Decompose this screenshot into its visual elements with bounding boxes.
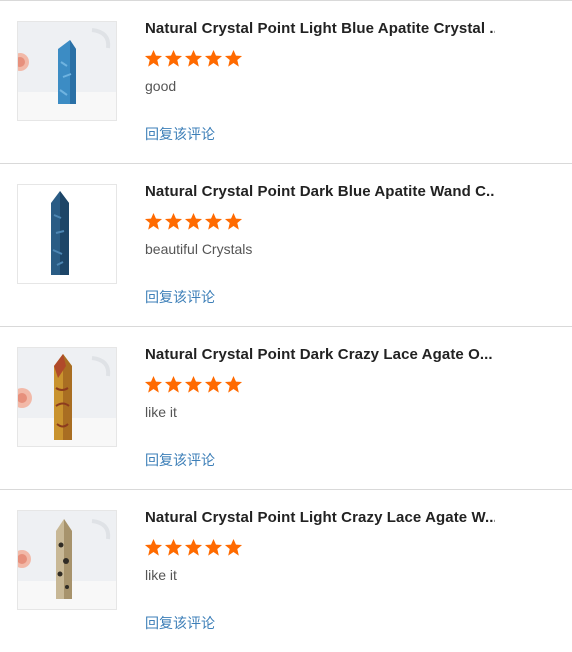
review-comment: beautiful Crystals xyxy=(145,241,253,257)
reply-link[interactable]: 回复该评论 xyxy=(145,450,215,470)
star-icon xyxy=(184,538,203,556)
star-icon xyxy=(224,538,243,556)
star-icon xyxy=(224,375,243,393)
star-icon xyxy=(204,49,223,67)
product-thumbnail[interactable] xyxy=(17,347,117,447)
review-comment: good xyxy=(145,78,177,94)
star-icon xyxy=(144,538,163,556)
review-item: Natural Crystal Point Dark Crazy Lace Ag… xyxy=(0,326,572,489)
review-item: Natural Crystal Point Dark Blue Apatite … xyxy=(0,163,572,326)
reply-link[interactable]: 回复该评论 xyxy=(145,287,215,307)
star-icon xyxy=(204,538,223,556)
product-title[interactable]: Natural Crystal Point Dark Blue Apatite … xyxy=(145,183,495,200)
star-rating xyxy=(144,49,243,69)
star-icon xyxy=(144,49,163,67)
product-title[interactable]: Natural Crystal Point Light Crazy Lace A… xyxy=(145,509,495,526)
product-thumbnail[interactable] xyxy=(17,21,117,121)
product-title[interactable]: Natural Crystal Point Dark Crazy Lace Ag… xyxy=(145,346,495,363)
product-thumbnail[interactable] xyxy=(17,510,117,610)
star-icon xyxy=(144,212,163,230)
star-icon xyxy=(224,212,243,230)
star-icon xyxy=(164,49,183,67)
review-item: Natural Crystal Point Light Crazy Lace A… xyxy=(0,489,572,652)
star-icon xyxy=(184,49,203,67)
star-icon xyxy=(224,49,243,67)
product-title[interactable]: Natural Crystal Point Light Blue Apatite… xyxy=(145,20,495,37)
product-thumbnail[interactable] xyxy=(17,184,117,284)
reply-link[interactable]: 回复该评论 xyxy=(145,124,215,144)
star-icon xyxy=(164,212,183,230)
star-icon xyxy=(204,212,223,230)
reply-link[interactable]: 回复该评论 xyxy=(145,613,215,633)
star-icon xyxy=(184,375,203,393)
star-icon xyxy=(204,375,223,393)
review-comment: like it xyxy=(145,404,177,420)
star-rating xyxy=(144,375,243,395)
star-icon xyxy=(144,375,163,393)
star-icon xyxy=(184,212,203,230)
review-list: Natural Crystal Point Light Blue Apatite… xyxy=(0,0,572,652)
review-item: Natural Crystal Point Light Blue Apatite… xyxy=(0,0,572,163)
star-rating xyxy=(144,212,243,232)
star-icon xyxy=(164,375,183,393)
star-icon xyxy=(164,538,183,556)
review-comment: like it xyxy=(145,567,177,583)
star-rating xyxy=(144,538,243,558)
